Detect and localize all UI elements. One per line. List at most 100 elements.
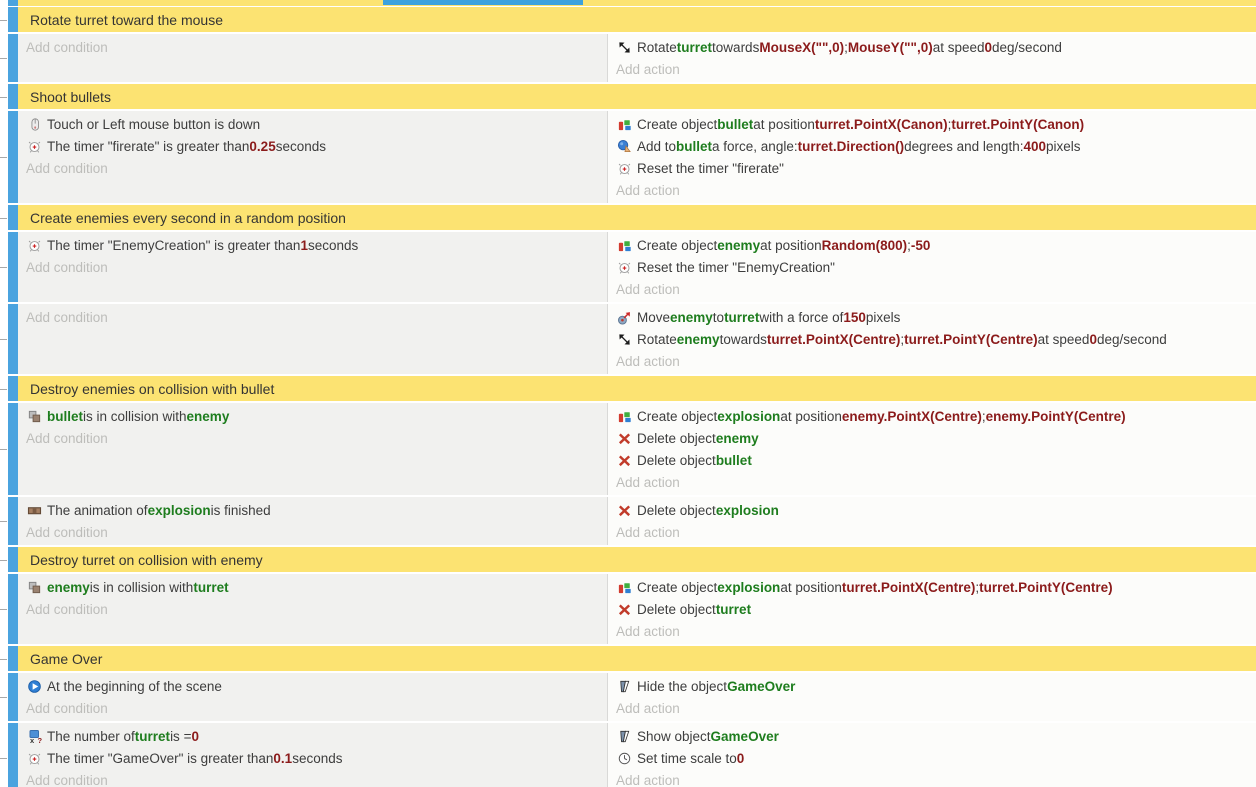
- create-object-icon: [616, 408, 633, 424]
- event-handle-bar[interactable]: [8, 547, 18, 572]
- comment-row[interactable]: Destroy enemies on collision with bullet: [18, 376, 1256, 401]
- tree-gutter: [0, 84, 8, 109]
- sentence-text: The number of: [47, 729, 135, 744]
- condition-line[interactable]: bullet is in collision with enemy: [18, 405, 607, 427]
- sentence-text: Hide the object: [637, 679, 727, 694]
- action-line[interactable]: Reset the timer "EnemyCreation": [608, 256, 1256, 278]
- tree-tick: [0, 560, 7, 561]
- action-line[interactable]: Hide the object GameOver: [608, 675, 1256, 697]
- comment-row[interactable]: Shoot bullets: [18, 84, 1256, 109]
- event-handle-bar[interactable]: [8, 574, 18, 644]
- add-action-button[interactable]: Add action: [608, 521, 1256, 543]
- add-condition-button[interactable]: Add condition: [18, 36, 607, 58]
- event-handle-bar[interactable]: [8, 673, 18, 721]
- add-action-button[interactable]: Add action: [608, 179, 1256, 201]
- create-object-icon: [616, 237, 633, 253]
- comment-block: Game Over: [0, 646, 1256, 671]
- action-line[interactable]: Add to bullet a force, angle: turret.Dir…: [608, 135, 1256, 157]
- action-line[interactable]: Reset the timer "firerate": [608, 157, 1256, 179]
- horizontal-scrollbar-thumb[interactable]: [383, 0, 583, 5]
- object-name: explosion: [717, 580, 780, 595]
- tree-gutter: [0, 673, 8, 721]
- event-handle-bar[interactable]: [8, 376, 18, 401]
- delete-icon: [616, 452, 633, 468]
- event-handle-bar[interactable]: [8, 304, 18, 374]
- action-line[interactable]: Delete object explosion: [608, 499, 1256, 521]
- action-line[interactable]: Delete object turret: [608, 598, 1256, 620]
- condition-line[interactable]: The animation of explosion is finished: [18, 499, 607, 521]
- action-line[interactable]: Rotate enemy towards turret.PointX(Centr…: [608, 328, 1256, 350]
- event-handle-bar[interactable]: [8, 723, 18, 787]
- add-condition-button[interactable]: Add condition: [18, 521, 607, 543]
- sentence-text: at position: [780, 580, 842, 595]
- sentence-text: Delete object: [637, 431, 716, 446]
- comment-row[interactable]: Game Over: [18, 646, 1256, 671]
- delete-icon: [616, 430, 633, 446]
- event-handle-bar[interactable]: [8, 403, 18, 495]
- condition-line[interactable]: The timer "EnemyCreation" is greater tha…: [18, 234, 607, 256]
- action-line[interactable]: Create object enemy at position Random(8…: [608, 234, 1256, 256]
- sentence-text: at speed: [1038, 332, 1090, 347]
- sentence-text: Reset the timer "firerate": [637, 161, 784, 176]
- action-line[interactable]: Move enemy to turret with a force of 150…: [608, 306, 1256, 328]
- event-handle-bar[interactable]: [8, 7, 18, 32]
- event-handle-bar[interactable]: [8, 34, 18, 82]
- condition-line[interactable]: The timer "GameOver" is greater than 0.1…: [18, 747, 607, 769]
- condition-line[interactable]: x?The number of turret is = 0: [18, 725, 607, 747]
- tree-gutter: [0, 723, 8, 787]
- add-action-button[interactable]: Add action: [608, 769, 1256, 787]
- begin-scene-icon: [26, 678, 43, 694]
- add-condition-button[interactable]: Add condition: [18, 427, 607, 449]
- add-condition-button[interactable]: Add condition: [18, 256, 607, 278]
- object-name: turret: [724, 310, 759, 325]
- object-name: turret: [135, 729, 170, 744]
- add-condition-button[interactable]: Add condition: [18, 306, 607, 328]
- comment-block: Create enemies every second in a random …: [0, 205, 1256, 230]
- action-line[interactable]: Create object explosion at position turr…: [608, 576, 1256, 598]
- event-handle-bar[interactable]: [8, 205, 18, 230]
- count-icon: x?: [26, 728, 43, 744]
- sentence-text: Reset the timer "EnemyCreation": [637, 260, 835, 275]
- object-name: bullet: [47, 409, 83, 424]
- action-line[interactable]: Rotate turret towards MouseX("",0);Mouse…: [608, 36, 1256, 58]
- action-line[interactable]: Set time scale to 0: [608, 747, 1256, 769]
- add-condition-button[interactable]: Add condition: [18, 598, 607, 620]
- comment-row[interactable]: Create enemies every second in a random …: [18, 205, 1256, 230]
- action-line[interactable]: Show object GameOver: [608, 725, 1256, 747]
- event-handle-bar[interactable]: [8, 646, 18, 671]
- add-action-button[interactable]: Add action: [608, 278, 1256, 300]
- add-action-button[interactable]: Add action: [608, 697, 1256, 719]
- action-line[interactable]: Create object bullet at position turret.…: [608, 113, 1256, 135]
- tree-gutter: [0, 547, 8, 572]
- condition-line[interactable]: The timer "firerate" is greater than 0.2…: [18, 135, 607, 157]
- action-line[interactable]: Create object explosion at position enem…: [608, 405, 1256, 427]
- condition-line[interactable]: At the beginning of the scene: [18, 675, 607, 697]
- comment-row[interactable]: Destroy turret on collision with enemy: [18, 547, 1256, 572]
- add-action-button[interactable]: Add action: [608, 350, 1256, 372]
- event-handle-bar[interactable]: [8, 84, 18, 109]
- add-condition-button[interactable]: Add condition: [18, 769, 607, 787]
- tree-tick: [0, 389, 7, 390]
- add-action-button[interactable]: Add action: [608, 620, 1256, 642]
- event-handle-bar[interactable]: [8, 497, 18, 545]
- condition-line[interactable]: enemy is in collision with turret: [18, 576, 607, 598]
- tree-tick: [0, 267, 7, 268]
- action-line[interactable]: Delete object bullet: [608, 449, 1256, 471]
- parameter-value: 0.1: [273, 751, 292, 766]
- delete-icon: [616, 601, 633, 617]
- add-action-button[interactable]: Add action: [608, 471, 1256, 493]
- sentence-text: The timer "EnemyCreation" is greater tha…: [47, 238, 300, 253]
- add-condition-button[interactable]: Add condition: [18, 697, 607, 719]
- condition-line[interactable]: Touch or Left mouse button is down: [18, 113, 607, 135]
- event-sheet: Rotate turret toward the mouse Add condit…: [0, 0, 1256, 787]
- clock-icon: [616, 750, 633, 766]
- action-line[interactable]: Delete object enemy: [608, 427, 1256, 449]
- event-handle-bar[interactable]: [8, 232, 18, 302]
- add-condition-button[interactable]: Add condition: [18, 157, 607, 179]
- rotate-icon: [616, 331, 633, 347]
- event-handle-bar[interactable]: [8, 111, 18, 203]
- parameter-value: turret.PointX(Centre): [767, 332, 901, 347]
- sentence-text: Move: [637, 310, 670, 325]
- add-action-button[interactable]: Add action: [608, 58, 1256, 80]
- comment-row[interactable]: Rotate turret toward the mouse: [18, 7, 1256, 32]
